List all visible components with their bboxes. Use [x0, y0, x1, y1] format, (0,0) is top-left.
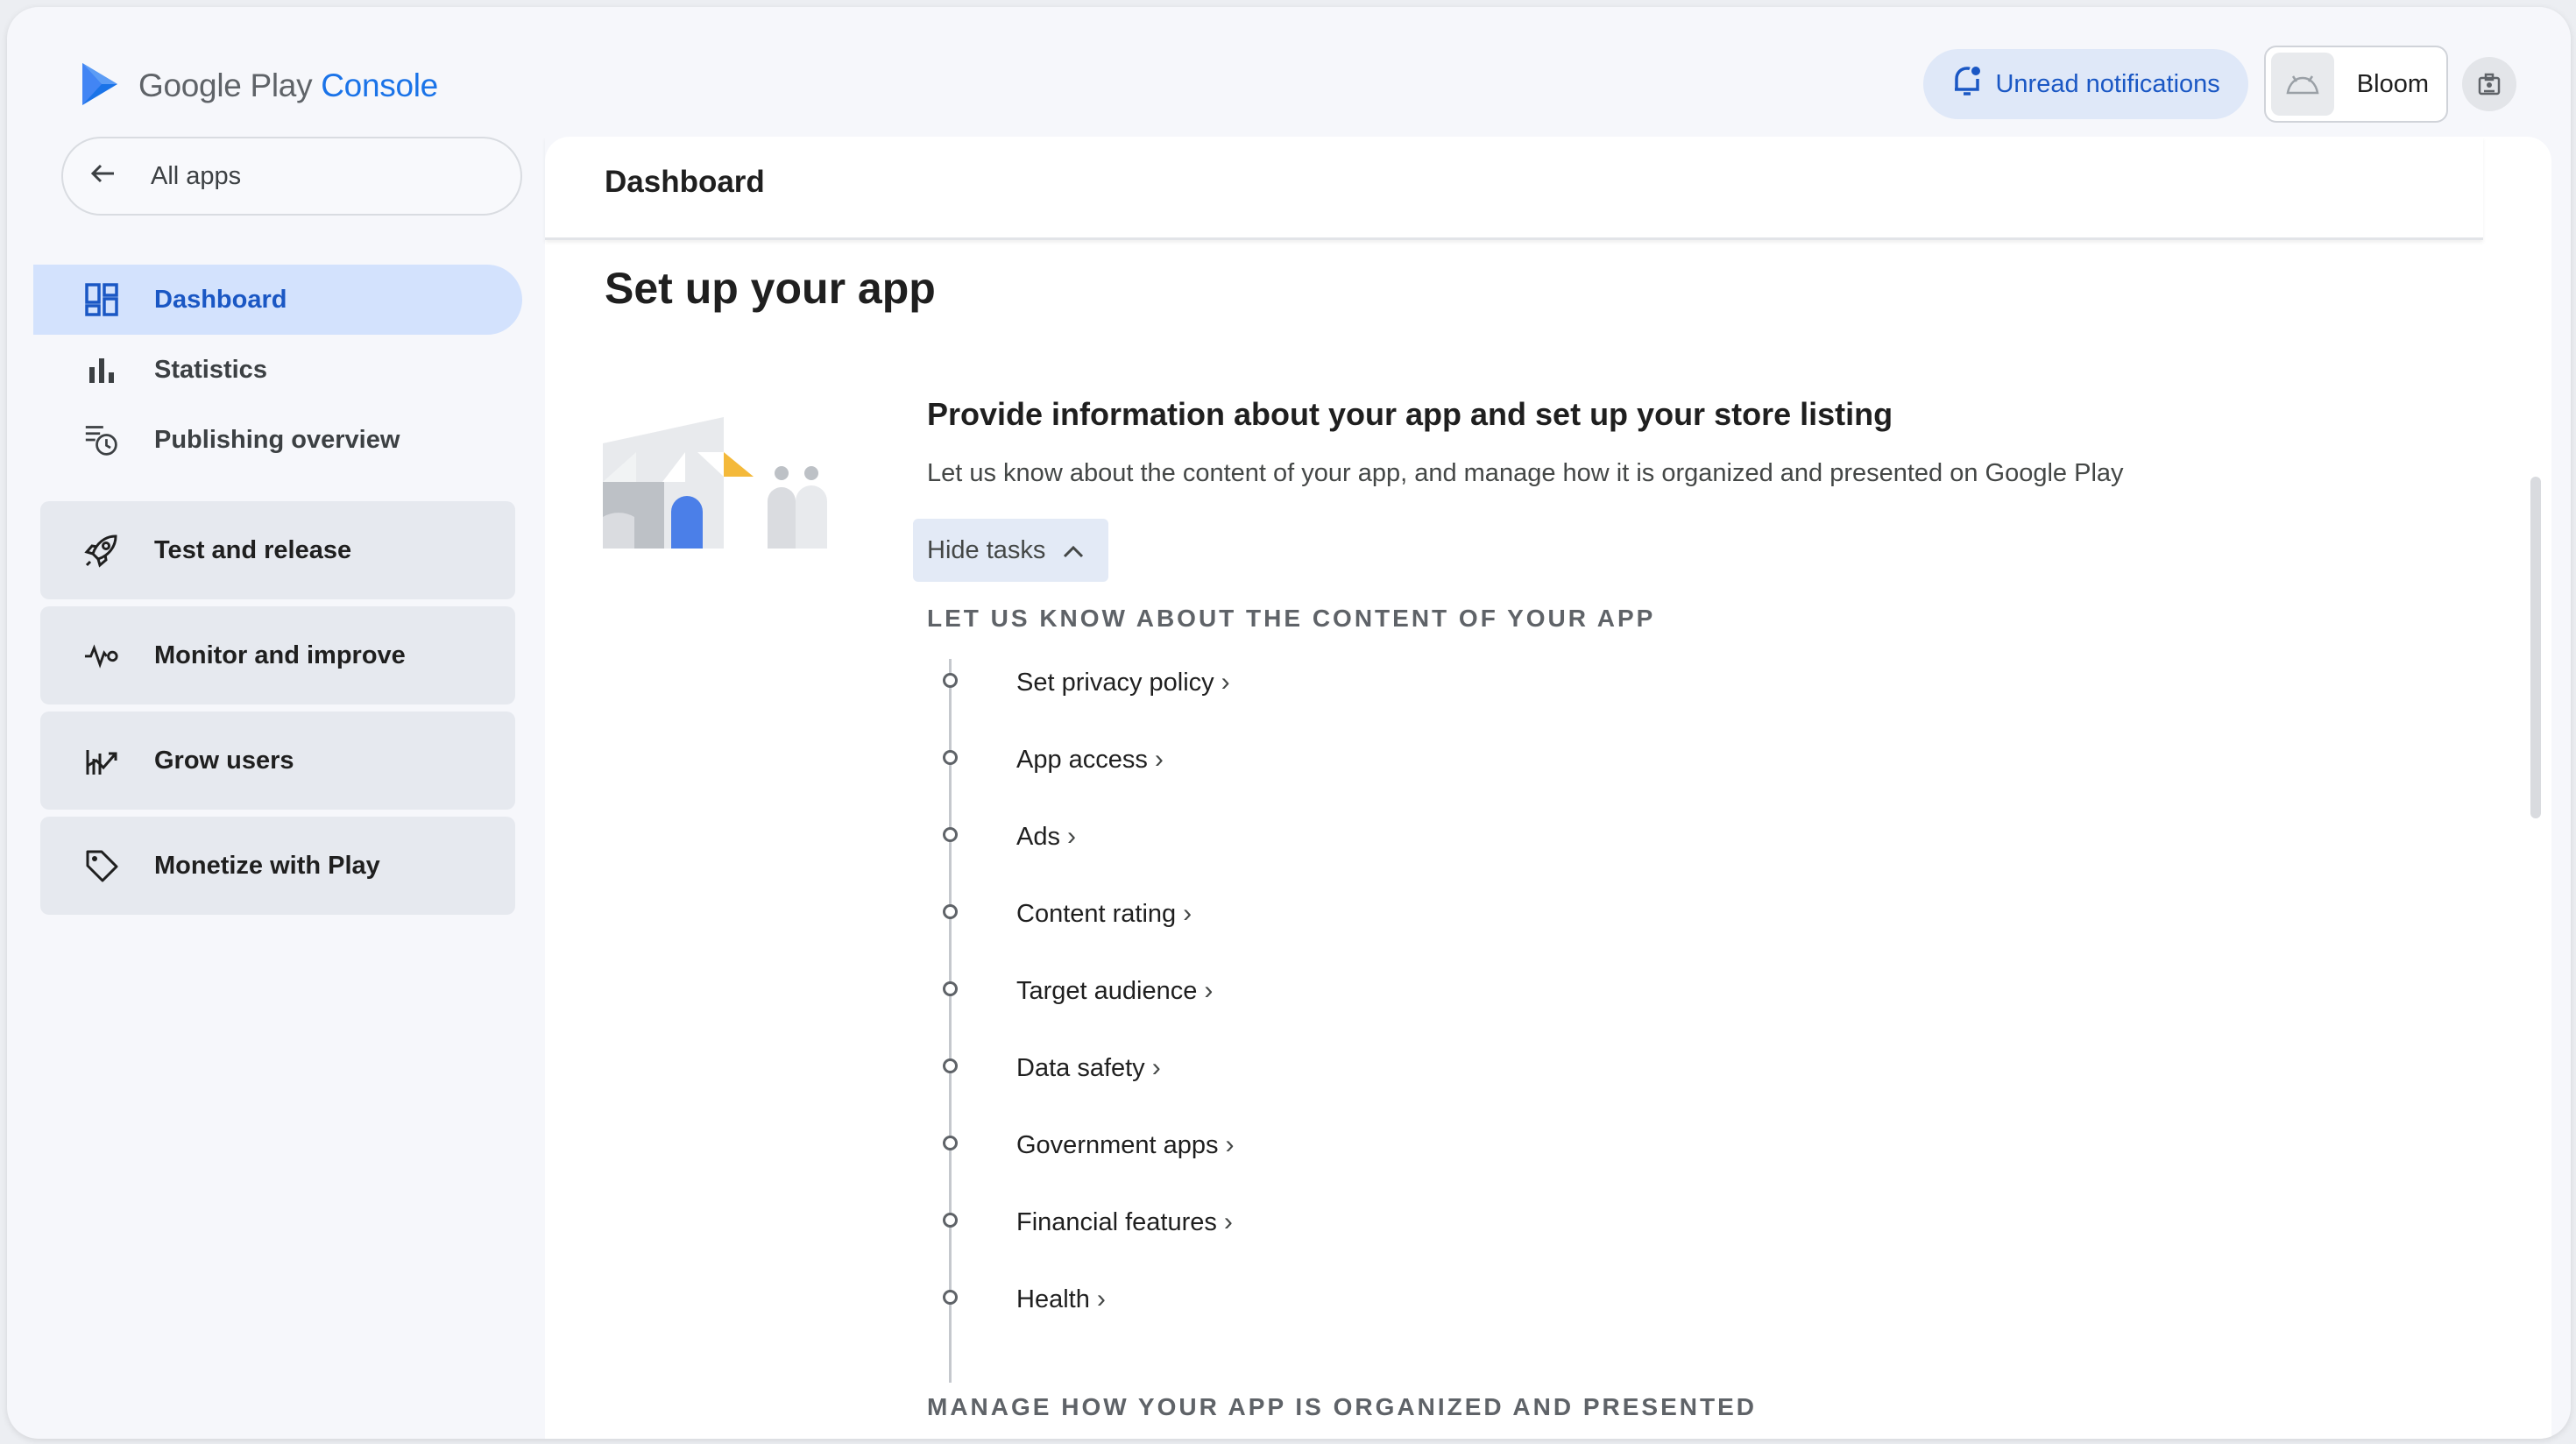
brand-name-suffix: Console [321, 67, 438, 103]
chevron-right-icon: › [1225, 1130, 1235, 1159]
dashboard-icon [84, 282, 119, 317]
task-link[interactable]: Health › [1016, 1285, 1106, 1314]
organize-group-heading: MANAGE HOW YOUR APP IS ORGANIZED AND PRE… [927, 1393, 1757, 1420]
chevron-right-icon: › [1183, 899, 1192, 928]
task-label: Set privacy policy [1016, 668, 1214, 697]
sidebar-section-monetize-with-play[interactable]: Monetize with Play [40, 817, 515, 915]
growth-chart-icon [84, 743, 119, 778]
all-apps-button[interactable]: All apps [61, 137, 522, 216]
bell-notification-icon [1951, 63, 1983, 105]
task-status-icon [943, 673, 958, 688]
setup-title: Set up your app [605, 264, 936, 313]
task-label: Government apps [1016, 1130, 1219, 1159]
main-content: Dashboard Set up your app Provide inform… [545, 137, 2551, 1439]
chevron-right-icon: › [1221, 668, 1230, 697]
task-status-icon [943, 750, 958, 765]
page-title: Dashboard [605, 165, 765, 199]
sidebar-item-publishing-overview[interactable]: Publishing overview [33, 405, 524, 475]
chevron-right-icon: › [1154, 745, 1164, 774]
top-bar: Unread notifications Bloom [1923, 46, 2516, 123]
content-header: Dashboard [545, 137, 2483, 240]
app-name: Bloom [2356, 69, 2429, 98]
hide-tasks-label: Hide tasks [927, 535, 1046, 564]
window-frame: Google Play Console Unread notifications [7, 7, 2571, 1439]
sidebar-item-label: Dashboard [154, 285, 287, 314]
task-link[interactable]: App access › [1016, 745, 1164, 775]
hide-tasks-button[interactable]: Hide tasks [913, 519, 1109, 582]
sidebar-item-statistics[interactable]: Statistics [33, 335, 524, 405]
task-card-description: Let us know about the content of your ap… [927, 459, 2124, 487]
sidebar-item-label: Statistics [154, 355, 267, 384]
brand[interactable]: Google Play Console [79, 61, 438, 110]
task-status-icon [943, 981, 958, 996]
task-label: Financial features [1016, 1207, 1217, 1236]
task-label: Data safety [1016, 1053, 1145, 1082]
task-status-icon [943, 1058, 958, 1073]
task-link[interactable]: Government apps › [1016, 1130, 1235, 1160]
task-label: Content rating [1016, 899, 1177, 928]
app-selector[interactable]: Bloom [2263, 46, 2448, 123]
store-illustration [601, 417, 846, 553]
task-label: Target audience [1016, 976, 1198, 1005]
task-link[interactable]: Set privacy policy › [1016, 668, 1230, 697]
sidebar-section-label: Grow users [154, 746, 294, 775]
pulse-icon [84, 638, 119, 673]
sidebar-item-label: Publishing overview [154, 425, 400, 454]
task-status-icon [943, 1213, 958, 1228]
sidebar-section-label: Test and release [154, 535, 352, 564]
chevron-right-icon: › [1223, 1207, 1233, 1236]
task-label: App access [1016, 745, 1148, 774]
task-label: Health [1016, 1285, 1090, 1313]
sidebar-item-dashboard[interactable]: Dashboard [33, 265, 522, 335]
sidebar-section-monitor-and-improve[interactable]: Monitor and improve [40, 606, 515, 704]
chevron-right-icon: › [1151, 1053, 1161, 1082]
sidebar-section-test-and-release[interactable]: Test and release [40, 501, 515, 599]
play-logo-icon [79, 61, 121, 111]
task-link[interactable]: Content rating › [1016, 899, 1192, 929]
sidebar-section-label: Monitor and improve [154, 641, 406, 669]
task-link[interactable]: Financial features › [1016, 1207, 1233, 1237]
task-card-title: Provide information about your app and s… [927, 396, 1893, 432]
tag-icon [84, 848, 119, 883]
chevron-up-icon [1063, 536, 1084, 565]
android-icon [2270, 53, 2334, 116]
task-link[interactable]: Ads › [1016, 822, 1076, 852]
rocket-icon [84, 533, 119, 568]
chevron-right-icon: › [1066, 822, 1076, 851]
brand-name: Google Play Console [138, 67, 438, 104]
task-status-icon [943, 1136, 958, 1150]
bar-chart-icon [84, 352, 119, 387]
task-status-icon [943, 904, 958, 919]
scrollbar[interactable] [2530, 477, 2541, 818]
sidebar-section-grow-users[interactable]: Grow users [40, 711, 515, 810]
task-link[interactable]: Target audience › [1016, 976, 1213, 1006]
sidebar-nav: Dashboard Statistics Publishing overview [33, 265, 524, 475]
task-link[interactable]: Data safety › [1016, 1053, 1161, 1083]
unread-notifications-button[interactable]: Unread notifications [1923, 49, 2248, 119]
brand-name-prefix: Google Play [138, 67, 313, 103]
chevron-right-icon: › [1204, 976, 1214, 1005]
profile-card-icon[interactable] [2462, 57, 2516, 111]
all-apps-label: All apps [151, 161, 242, 190]
timeline-line [949, 659, 952, 1383]
publishing-clock-icon [84, 422, 119, 457]
sidebar: All apps Dashboard Statistics Publishing… [33, 137, 524, 922]
content-group-heading: LET US KNOW ABOUT THE CONTENT OF YOUR AP… [927, 605, 1656, 632]
unread-notifications-label: Unread notifications [1995, 69, 2220, 98]
task-label: Ads [1016, 822, 1060, 851]
chevron-right-icon: › [1096, 1285, 1106, 1313]
arrow-back-icon [89, 162, 116, 191]
task-status-icon [943, 1290, 958, 1305]
sidebar-section-label: Monetize with Play [154, 851, 380, 880]
task-status-icon [943, 827, 958, 842]
